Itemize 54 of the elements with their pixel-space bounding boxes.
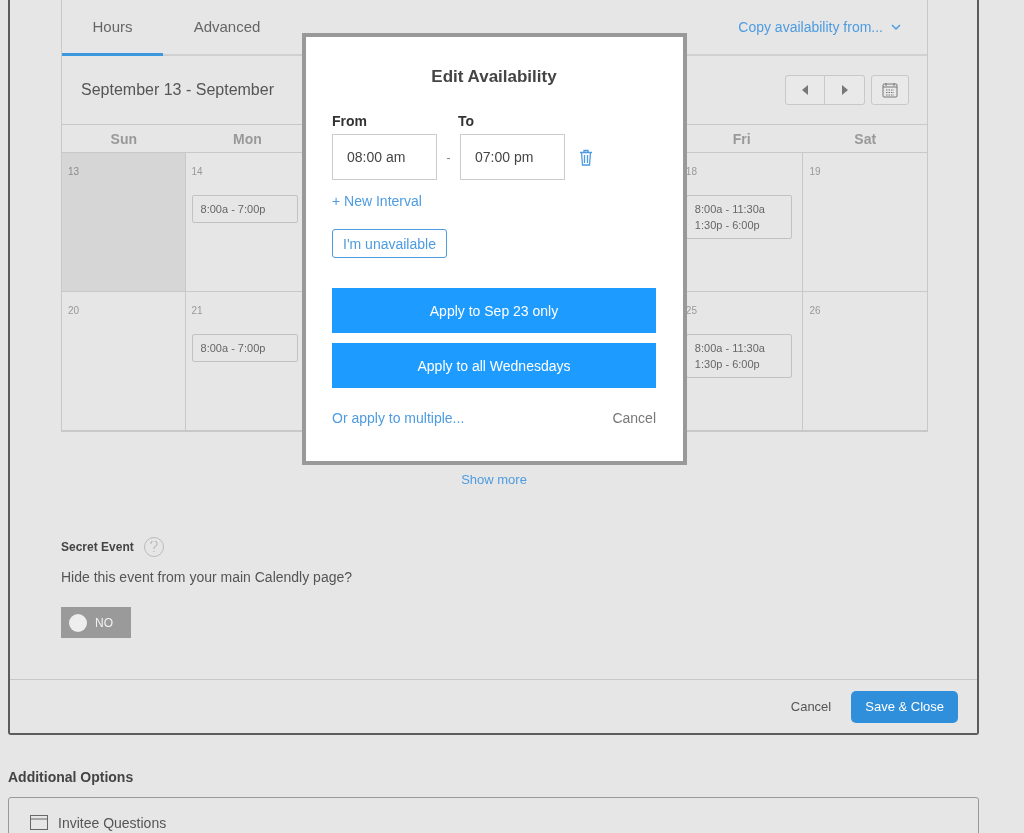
delete-icon[interactable]	[579, 148, 593, 166]
secret-event-label: Secret Event	[61, 540, 134, 554]
tab[interactable]: Advanced	[163, 0, 291, 56]
date-number: 14	[191, 166, 203, 177]
secret-event-question: Hide this event from your main Calendly page?	[61, 569, 354, 585]
weekday-label: Mon	[232, 130, 262, 147]
to-label: To	[458, 113, 476, 129]
date-number: 21	[191, 305, 203, 316]
weekday-label: Sun	[110, 130, 137, 147]
interval-text: 8:00a - 7:00p	[200, 203, 267, 215]
calendar-button[interactable]	[871, 75, 909, 105]
right-triangle-icon	[841, 85, 848, 95]
cancel-button[interactable]: Cancel	[784, 698, 838, 715]
option-row[interactable]: Invitee Questions	[8, 797, 979, 833]
date-range: September 13 - September	[81, 81, 274, 99]
interval-text: 8:00a - 7:00p	[200, 342, 267, 354]
left-triangle-icon	[802, 85, 808, 95]
date-number: 13	[68, 166, 80, 177]
interval-card[interactable]: 8:00a - 7:00p	[191, 195, 298, 223]
date-number: 18	[685, 166, 697, 177]
apply-button[interactable]: Apply to Sep 23 only	[332, 288, 656, 333]
weekday-label: Fri	[732, 130, 751, 147]
next-week-button[interactable]	[825, 75, 865, 105]
to-time-field[interactable]: 07:00 pm	[460, 134, 565, 180]
day-cell[interactable]: 20	[62, 292, 186, 431]
interval-text: 1:30p - 6:00p	[694, 358, 761, 370]
interval-text: 1:30p - 6:00p	[694, 219, 761, 231]
interval-text: 8:00a - 11:30a	[694, 342, 766, 354]
apply-button[interactable]: Apply to all Wednesdays	[332, 343, 656, 388]
chevron-down-icon	[891, 23, 901, 31]
new-interval-link[interactable]: + New Interval	[332, 193, 422, 209]
save-close-button[interactable]: Save & Close	[851, 690, 958, 723]
tab[interactable]: Hours	[62, 0, 163, 56]
date-number: 26	[809, 305, 821, 316]
weekday-label: Sat	[854, 130, 877, 147]
section-title: Additional Options	[8, 769, 135, 785]
unavailable-button[interactable]: I'm unavailable	[332, 229, 447, 258]
previous-week-button[interactable]	[785, 75, 825, 105]
window-icon	[30, 815, 48, 830]
from-time-field[interactable]: 08:00 am	[332, 134, 437, 180]
secret-toggle[interactable]: NO	[61, 607, 131, 638]
range-separator: -	[445, 149, 452, 165]
from-label: From	[332, 113, 368, 129]
apply-multiple-link[interactable]: Or apply to multiple...	[332, 410, 465, 426]
dialog-title: Edit Availability	[430, 67, 558, 87]
show-more-link[interactable]: Show more	[461, 472, 527, 487]
day-cell[interactable]: 13	[62, 153, 186, 292]
copy-availability-link[interactable]: Copy availability from...	[732, 0, 907, 54]
interval-text: 8:00a - 11:30a	[694, 203, 766, 215]
calendar-icon	[882, 82, 898, 98]
interval-card[interactable]: 8:00a - 7:00p	[191, 334, 298, 362]
date-number: 19	[809, 166, 821, 177]
dialog-cancel-button[interactable]: Cancel	[612, 410, 656, 426]
date-number: 20	[68, 305, 80, 316]
